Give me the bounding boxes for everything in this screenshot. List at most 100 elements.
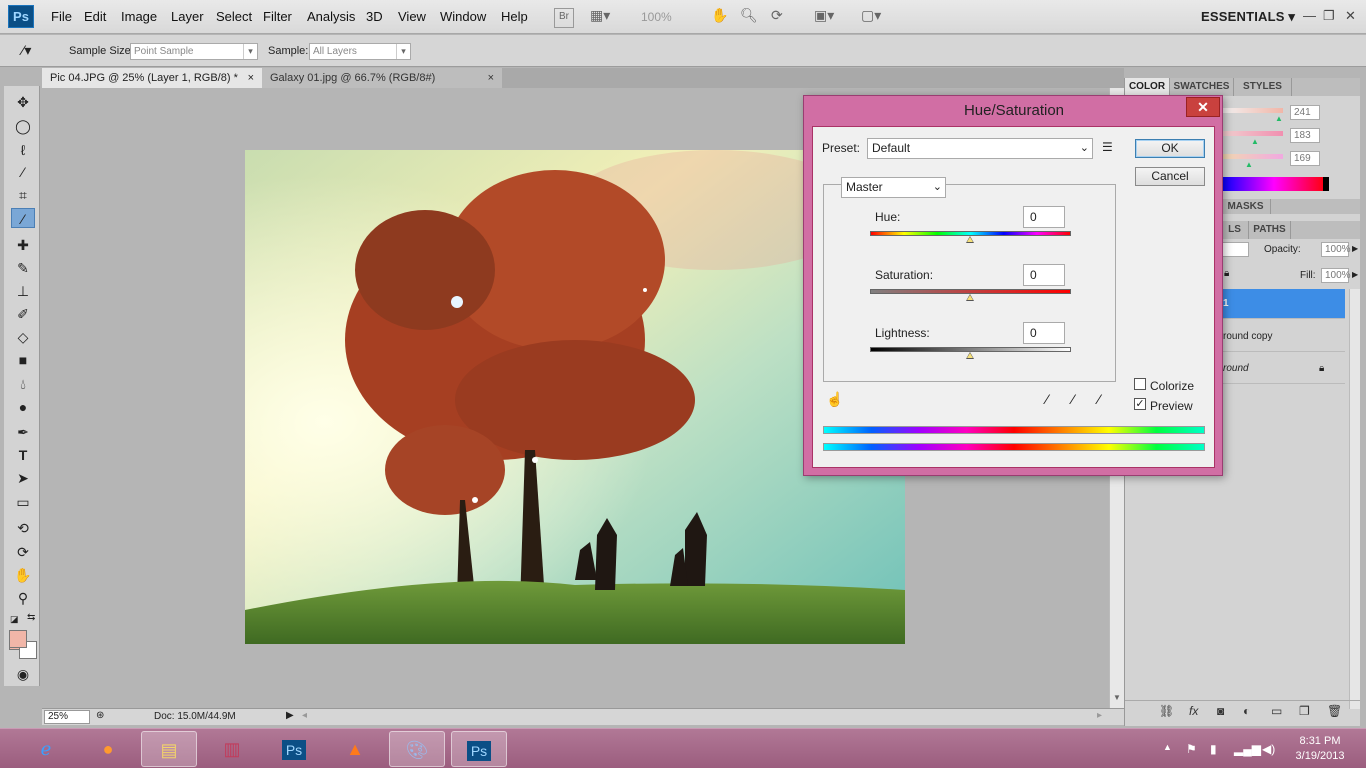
- status-menu-icon[interactable]: ⊛: [96, 710, 104, 721]
- layer-row-background-copy[interactable]: round copy: [1221, 322, 1345, 352]
- saturation-input[interactable]: 0: [1023, 264, 1065, 286]
- ok-button[interactable]: OK: [1135, 139, 1205, 158]
- hand-tool-icon[interactable]: ✋: [11, 565, 35, 585]
- blur-tool-icon[interactable]: 💧︎: [11, 374, 35, 394]
- sample-size-select[interactable]: Point Sample ▾: [130, 43, 258, 60]
- brush-tool-icon[interactable]: ✎: [11, 258, 35, 278]
- arrange-documents-icon[interactable]: ▣▾: [814, 7, 834, 27]
- delete-layer-icon[interactable]: 🗑︎: [1327, 704, 1342, 718]
- channel-select[interactable]: Master ⌄: [841, 177, 946, 198]
- green-value[interactable]: 183: [1290, 128, 1320, 143]
- close-tab-icon[interactable]: ×: [488, 68, 494, 88]
- minimize-icon[interactable]: —: [1303, 8, 1316, 23]
- pen-tool-icon[interactable]: ✒: [11, 422, 35, 442]
- menu-filter[interactable]: Filter: [263, 9, 292, 24]
- color-ramp[interactable]: [1221, 177, 1327, 191]
- new-group-icon[interactable]: ▭: [1271, 704, 1282, 718]
- eyedropper-preset-icon[interactable]: ⁄▾: [22, 42, 31, 59]
- hue-slider-thumb[interactable]: [966, 236, 974, 243]
- green-slider-thumb[interactable]: ▲: [1251, 137, 1259, 146]
- cancel-button[interactable]: Cancel: [1135, 167, 1205, 186]
- lightness-slider-thumb[interactable]: [966, 352, 974, 359]
- bridge-button[interactable]: Br: [554, 8, 574, 28]
- tab-swatches[interactable]: SWATCHES: [1170, 78, 1234, 96]
- battery-icon[interactable]: ▮: [1210, 742, 1217, 756]
- blue-slider-thumb[interactable]: ▲: [1245, 160, 1253, 169]
- menu-file[interactable]: File: [51, 9, 72, 24]
- eraser-tool-icon[interactable]: ◇: [11, 327, 35, 347]
- menu-select[interactable]: Select: [216, 9, 252, 24]
- adjustment-layer-icon[interactable]: ◐: [1243, 704, 1250, 718]
- preset-options-icon[interactable]: ☰: [1102, 140, 1113, 154]
- preview-checkbox[interactable]: ✓: [1134, 398, 1146, 410]
- lock-icon[interactable]: 🔒︎: [1224, 268, 1229, 279]
- saturation-slider-thumb[interactable]: [966, 294, 974, 301]
- lightness-input[interactable]: 0: [1023, 322, 1065, 344]
- clock[interactable]: 8:31 PM 3/19/2013: [1290, 734, 1350, 764]
- blue-value[interactable]: 169: [1290, 151, 1320, 166]
- menu-view[interactable]: View: [398, 9, 426, 24]
- zoom-tool-icon[interactable]: 🔍︎: [740, 7, 758, 27]
- volume-icon[interactable]: ◀): [1262, 742, 1275, 756]
- link-layers-icon[interactable]: ⛓: [1159, 704, 1174, 718]
- menu-3d[interactable]: 3D: [366, 9, 383, 24]
- network-icon[interactable]: ▂▄▆: [1234, 742, 1261, 756]
- hand-tool-icon[interactable]: ✋: [711, 7, 728, 27]
- blend-mode-select[interactable]: [1221, 242, 1249, 257]
- 3d-orbit-icon[interactable]: ⟳: [11, 542, 35, 562]
- quick-selection-icon[interactable]: ⁄: [11, 162, 35, 182]
- opacity-arrow-icon[interactable]: ▶: [1352, 244, 1358, 253]
- add-mask-icon[interactable]: ◙: [1217, 704, 1224, 718]
- sample-select[interactable]: All Layers ▾: [309, 43, 411, 60]
- photoshop-active-icon[interactable]: Ps: [451, 731, 507, 767]
- photoshop-icon[interactable]: Ps: [266, 731, 322, 767]
- colorize-checkbox[interactable]: [1134, 378, 1146, 390]
- tab-pic04[interactable]: Pic 04.JPG @ 25% (Layer 1, RGB/8) * ×: [42, 68, 262, 88]
- crop-tool-icon[interactable]: ⌗: [11, 185, 35, 205]
- layer-style-icon[interactable]: fx: [1189, 704, 1198, 718]
- green-slider[interactable]: [1221, 131, 1283, 136]
- swap-colors-icon[interactable]: ⇆: [27, 612, 35, 623]
- menu-image[interactable]: Image: [121, 9, 157, 24]
- menu-help[interactable]: Help: [501, 9, 528, 24]
- path-selection-icon[interactable]: ➤: [11, 468, 35, 488]
- eyedropper-plus-icon[interactable]: ⁄: [1072, 391, 1074, 407]
- eyedropper-minus-icon[interactable]: ⁄: [1098, 391, 1100, 407]
- blue-slider[interactable]: [1221, 154, 1283, 159]
- close-icon[interactable]: ✕: [1345, 8, 1356, 24]
- quick-mask-icon[interactable]: ◉: [11, 664, 35, 684]
- preset-select[interactable]: Default ⌄: [867, 138, 1093, 159]
- lasso-tool-icon[interactable]: ℓ: [11, 140, 35, 160]
- zoom-field[interactable]: 25%: [44, 710, 90, 724]
- hue-input[interactable]: 0: [1023, 206, 1065, 228]
- menu-edit[interactable]: Edit: [84, 9, 106, 24]
- paint-icon[interactable]: 🎨︎: [389, 731, 445, 767]
- firefox-icon[interactable]: ●: [80, 731, 136, 767]
- scroll-right-icon[interactable]: ▸: [1097, 710, 1102, 721]
- restore-icon[interactable]: ❐: [1323, 8, 1335, 24]
- layer-row-1[interactable]: 1: [1221, 289, 1345, 319]
- red-slider-thumb[interactable]: ▲: [1275, 114, 1283, 123]
- zoom-level-menu[interactable]: 100%: [641, 10, 672, 30]
- move-tool-icon[interactable]: ✥: [11, 92, 35, 112]
- fill-value[interactable]: 100%: [1321, 268, 1351, 283]
- close-tab-icon[interactable]: ×: [248, 68, 254, 88]
- foreground-color-swatch-front[interactable]: [9, 630, 27, 648]
- screen-mode-icon[interactable]: ▢▾: [861, 7, 881, 27]
- tab-masks[interactable]: MASKS: [1221, 199, 1271, 214]
- opacity-value[interactable]: 100%: [1321, 242, 1351, 257]
- dialog-close-button[interactable]: ✕: [1186, 97, 1220, 117]
- default-colors-icon[interactable]: ◪: [10, 614, 19, 625]
- red-slider[interactable]: [1221, 108, 1283, 113]
- gradient-tool-icon[interactable]: ■: [11, 350, 35, 370]
- winrar-icon[interactable]: ▥: [204, 731, 260, 767]
- scroll-down-icon[interactable]: ▼: [1113, 693, 1121, 702]
- eyedropper-tool-icon[interactable]: ⁄: [11, 208, 35, 228]
- tab-color[interactable]: COLOR: [1125, 78, 1170, 96]
- tab-galaxy01[interactable]: Galaxy 01.jpg @ 66.7% (RGB/8#) ×: [262, 68, 502, 88]
- internet-explorer-icon[interactable]: ℯ: [18, 731, 74, 767]
- tab-styles[interactable]: STYLES: [1234, 78, 1292, 96]
- file-explorer-icon[interactable]: ▤: [141, 731, 197, 767]
- tab-layers[interactable]: LS: [1221, 221, 1249, 239]
- status-expand-icon[interactable]: ▶: [286, 710, 294, 721]
